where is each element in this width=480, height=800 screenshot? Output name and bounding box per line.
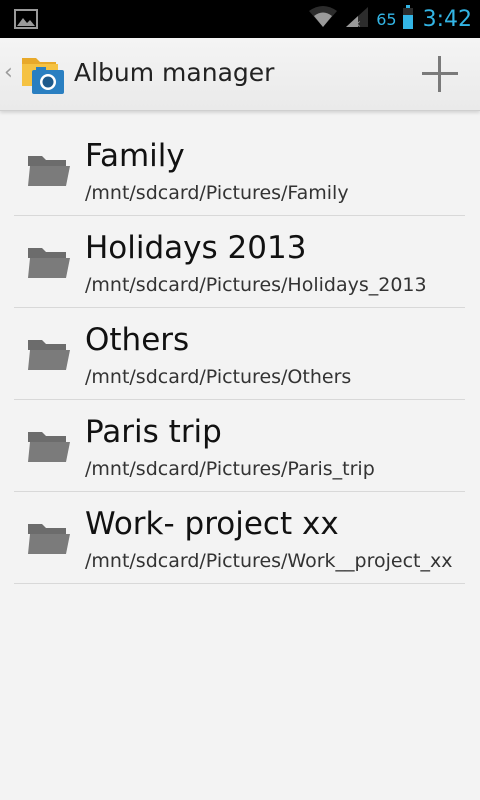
album-name: Family [85, 138, 185, 174]
add-album-button[interactable] [414, 48, 466, 100]
album-folder-camera-icon[interactable] [20, 50, 66, 100]
page-title: Album manager [74, 58, 275, 87]
up-caret-icon[interactable]: ‹ [4, 62, 13, 84]
list-item[interactable]: Family /mnt/sdcard/Pictures/Family [14, 124, 465, 216]
album-name: Others [85, 322, 190, 358]
album-name: Work- project xx [85, 506, 339, 542]
action-bar: ‹ Album manager [0, 38, 480, 111]
album-path: /mnt/sdcard/Pictures/Paris_trip [85, 458, 375, 480]
album-name: Holidays 2013 [85, 230, 307, 266]
signal-icon: × [344, 5, 370, 33]
folder-icon [26, 246, 72, 284]
album-path: /mnt/sdcard/Pictures/Family [85, 182, 349, 204]
image-notification-icon [14, 8, 38, 34]
list-item[interactable]: Paris trip /mnt/sdcard/Pictures/Paris_tr… [14, 400, 465, 492]
wifi-icon [308, 5, 338, 33]
battery-percent: 65 [376, 9, 397, 29]
folder-icon [26, 430, 72, 468]
plus-icon [422, 56, 458, 92]
album-path: /mnt/sdcard/Pictures/Holidays_2013 [85, 274, 427, 296]
folder-icon [26, 338, 72, 376]
list-item[interactable]: Holidays 2013 /mnt/sdcard/Pictures/Holid… [14, 216, 465, 308]
folder-icon [26, 522, 72, 560]
battery-icon [402, 5, 413, 33]
album-name: Paris trip [85, 414, 222, 450]
album-list: Family /mnt/sdcard/Pictures/Family Holid… [14, 124, 465, 584]
list-item[interactable]: Others /mnt/sdcard/Pictures/Others [14, 308, 465, 400]
list-item[interactable]: Work- project xx /mnt/sdcard/Pictures/Wo… [14, 492, 465, 584]
svg-text:×: × [353, 19, 361, 29]
folder-icon [26, 154, 72, 192]
status-bar: × 65 3:42 [0, 0, 480, 38]
album-path: /mnt/sdcard/Pictures/Work__project_xx [85, 550, 453, 572]
clock: 3:42 [422, 6, 472, 32]
album-path: /mnt/sdcard/Pictures/Others [85, 366, 352, 388]
